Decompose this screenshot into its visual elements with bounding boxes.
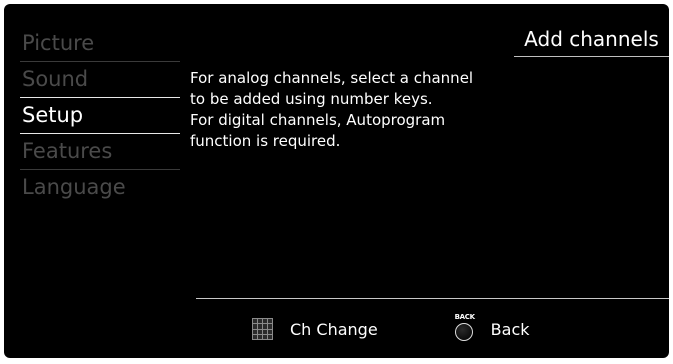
footer-divider [196, 298, 669, 299]
round-button-icon [454, 323, 473, 341]
menu-item-language[interactable]: Language [20, 170, 180, 206]
panel-title: Add channels [514, 22, 669, 57]
main-menu: Picture Sound Setup Features Language [20, 26, 180, 206]
number-keypad-icon [252, 318, 273, 340]
info-message: For analog channels, select a channel to… [190, 68, 510, 152]
ch-change-hint[interactable]: Ch Change [252, 318, 378, 340]
menu-item-sound[interactable]: Sound [20, 62, 180, 98]
message-line: For digital channels, Autoprogram [190, 111, 446, 129]
message-line: function is required. [190, 132, 341, 150]
message-line: to be added using number keys. [190, 90, 433, 108]
back-icon-text: BACK [454, 313, 475, 321]
message-line: For analog channels, select a channel [190, 69, 474, 87]
back-hint[interactable]: BACK Back [454, 313, 530, 344]
tv-menu-screen: Picture Sound Setup Features Language Ad… [4, 4, 669, 358]
menu-item-features[interactable]: Features [20, 134, 180, 170]
button-hints: Ch Change BACK Back [252, 313, 530, 344]
menu-item-picture[interactable]: Picture [20, 26, 180, 62]
back-label: Back [490, 319, 530, 339]
ch-change-label: Ch Change [290, 319, 378, 339]
menu-item-setup[interactable]: Setup [20, 98, 180, 134]
back-button-icon: BACK [454, 313, 476, 344]
